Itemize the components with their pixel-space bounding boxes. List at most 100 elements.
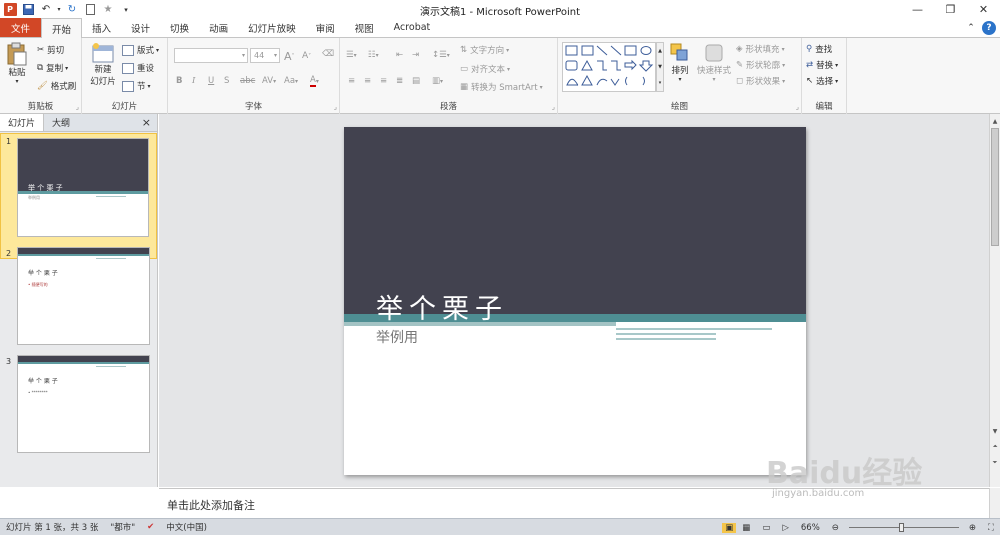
italic-button[interactable]: I <box>192 76 195 86</box>
minimize-icon[interactable]: — <box>901 0 934 19</box>
pane-close-icon[interactable]: × <box>142 116 151 129</box>
new-document-icon[interactable] <box>82 2 98 18</box>
slide-thumbnail-1[interactable]: 1 举 个 栗 子 举例用 <box>0 133 157 259</box>
save-icon[interactable] <box>20 2 36 18</box>
distributed-button[interactable]: ▤ <box>412 76 420 86</box>
scroll-down-icon[interactable]: ▼ <box>990 426 1000 436</box>
reading-view-icon[interactable]: ▭ <box>756 523 776 533</box>
slide-thumbnail-3[interactable]: 3 举 个 栗 子 • ******** <box>0 353 157 453</box>
close-icon[interactable]: ✕ <box>967 0 1000 19</box>
cut-button[interactable]: ✂ 剪切 <box>37 44 64 56</box>
replace-button[interactable]: ⇄ 替换 ▾ <box>806 59 838 71</box>
justify-button[interactable]: ≣ <box>396 76 403 86</box>
align-text-button[interactable]: ▭ 对齐文本 ▾ <box>460 63 510 75</box>
clipboard-launcher-icon[interactable]: ⌟ <box>76 103 79 111</box>
increase-indent-button[interactable]: ⇥ <box>412 50 419 60</box>
font-name-combo[interactable]: ▾ <box>174 48 248 63</box>
line-spacing-button[interactable]: ↕☰ ▾ <box>432 50 450 60</box>
zoom-out-icon[interactable]: ⊖ <box>826 523 845 533</box>
help-icon[interactable]: ? <box>982 20 996 35</box>
font-launcher-icon[interactable]: ⌟ <box>334 103 337 111</box>
new-slide-button[interactable]: 新建 幻灯片 <box>88 42 118 88</box>
current-slide[interactable]: 举个栗子 举例用 <box>344 127 806 475</box>
slide-subtitle[interactable]: 举例用 <box>376 327 418 347</box>
fit-slide-icon[interactable]: ⛶ <box>982 523 1000 533</box>
shrink-font-button[interactable]: A ˅ <box>302 51 311 61</box>
slide-sorter-icon[interactable]: ▦ <box>736 523 756 533</box>
language-indicator[interactable]: 中文(中国) <box>160 521 213 533</box>
tab-insert[interactable]: 插入 <box>82 18 121 37</box>
restore-icon[interactable]: ❐ <box>934 0 967 19</box>
shape-effects-button[interactable]: ◻ 形状效果 ▾ <box>736 75 785 87</box>
zoom-level[interactable]: 66% <box>795 523 826 533</box>
clear-formatting-icon[interactable]: ⌫ <box>322 49 334 59</box>
tab-view[interactable]: 视图 <box>345 18 384 37</box>
shadow-button[interactable]: S <box>224 76 229 86</box>
slide-title[interactable]: 举个栗子 <box>376 287 508 326</box>
quick-styles-button[interactable]: 快速样式 ▾ <box>694 42 734 83</box>
redo-icon[interactable]: ↻ <box>64 2 80 18</box>
tab-outline[interactable]: 大纲 <box>44 114 78 131</box>
zoom-slider[interactable] <box>848 523 959 532</box>
scroll-up-icon[interactable]: ▲ <box>990 116 1000 126</box>
text-direction-button[interactable]: ⇅ 文字方向 ▾ <box>460 44 509 56</box>
tab-file[interactable]: 文件 <box>0 18 41 37</box>
tab-slides[interactable]: 幻灯片 <box>0 114 45 131</box>
notes-scrollbar[interactable] <box>989 488 1000 518</box>
shape-outline-button[interactable]: ✎ 形状轮廓 ▾ <box>736 59 785 71</box>
tab-slideshow[interactable]: 幻灯片放映 <box>238 18 306 37</box>
previous-slide-icon[interactable]: ⏶ <box>990 442 1000 452</box>
minimize-ribbon-icon[interactable]: ⌃ <box>964 21 978 35</box>
change-case-button[interactable]: Aa ▾ <box>284 76 298 86</box>
undo-icon[interactable]: ↶ <box>38 2 54 18</box>
normal-view-icon[interactable]: ▣ <box>722 522 737 533</box>
paste-button[interactable]: 粘贴 ▾ <box>4 42 30 85</box>
notes-pane[interactable]: 单击此处添加备注 <box>159 488 989 518</box>
bold-button[interactable]: B <box>176 76 182 86</box>
powerpoint-logo-icon[interactable]: P <box>2 2 18 18</box>
numbering-button[interactable]: ☷ ▾ <box>368 50 379 60</box>
align-left-button[interactable]: ≡ <box>348 76 355 86</box>
star-icon[interactable]: ★ <box>100 2 116 18</box>
zoom-slider-thumb[interactable] <box>898 523 904 532</box>
shapes-gallery-scroll[interactable]: ▲ ▼ ▾ <box>656 42 664 92</box>
section-button[interactable]: 节 ▾ <box>122 80 151 92</box>
tab-transitions[interactable]: 切换 <box>160 18 199 37</box>
underline-button[interactable]: U <box>208 76 214 86</box>
find-button[interactable]: ⚲ 查找 <box>806 43 832 55</box>
select-button[interactable]: ↖ 选择 ▾ <box>806 75 838 87</box>
paragraph-launcher-icon[interactable]: ⌟ <box>552 103 555 111</box>
arrange-button[interactable]: 排列 ▾ <box>666 42 694 83</box>
slideshow-icon[interactable]: ▷ <box>776 523 795 533</box>
next-slide-icon[interactable]: ⏷ <box>990 458 1000 468</box>
shapes-gallery[interactable] <box>562 42 656 92</box>
slide-thumbnail-2[interactable]: 2 举 个 栗 子 • 随便写的 <box>0 245 157 345</box>
vertical-scrollbar[interactable]: ▲ ▼ ⏶ ⏷ <box>989 114 1000 487</box>
scroll-thumb[interactable] <box>991 128 999 246</box>
tab-animations[interactable]: 动画 <box>199 18 238 37</box>
columns-button[interactable]: ▥ ▾ <box>432 76 443 86</box>
spellcheck-icon[interactable]: ✔ <box>141 522 160 532</box>
tab-home[interactable]: 开始 <box>41 18 83 38</box>
align-center-button[interactable]: ≡ <box>364 76 371 86</box>
customize-qat-icon[interactable]: ▾ <box>118 2 134 18</box>
reset-button[interactable]: 重设 <box>122 62 154 74</box>
drawing-launcher-icon[interactable]: ⌟ <box>796 103 799 111</box>
decrease-indent-button[interactable]: ⇤ <box>396 50 403 60</box>
tab-design[interactable]: 设计 <box>121 18 160 37</box>
strikethrough-button[interactable]: abc <box>240 76 255 86</box>
font-size-combo[interactable]: 44 ▾ <box>250 48 280 63</box>
shape-fill-button[interactable]: ◈ 形状填充 ▾ <box>736 43 785 55</box>
zoom-in-icon[interactable]: ⊕ <box>963 523 982 533</box>
tab-review[interactable]: 审阅 <box>306 18 345 37</box>
grow-font-button[interactable]: A ˄ <box>284 50 295 63</box>
align-right-button[interactable]: ≡ <box>380 76 387 86</box>
copy-button[interactable]: ⧉ 复制 ▾ <box>37 62 68 74</box>
char-spacing-button[interactable]: AV ▾ <box>262 76 276 86</box>
layout-button[interactable]: 版式 ▾ <box>122 44 159 56</box>
smartart-button[interactable]: ▦ 转换为 SmartArt ▾ <box>460 81 543 93</box>
font-color-button[interactable]: A ▾ <box>310 75 319 87</box>
undo-dropdown-icon[interactable]: ▾ <box>56 2 62 18</box>
tab-acrobat[interactable]: Acrobat <box>384 18 441 37</box>
bullets-button[interactable]: ☰ ▾ <box>346 50 357 60</box>
